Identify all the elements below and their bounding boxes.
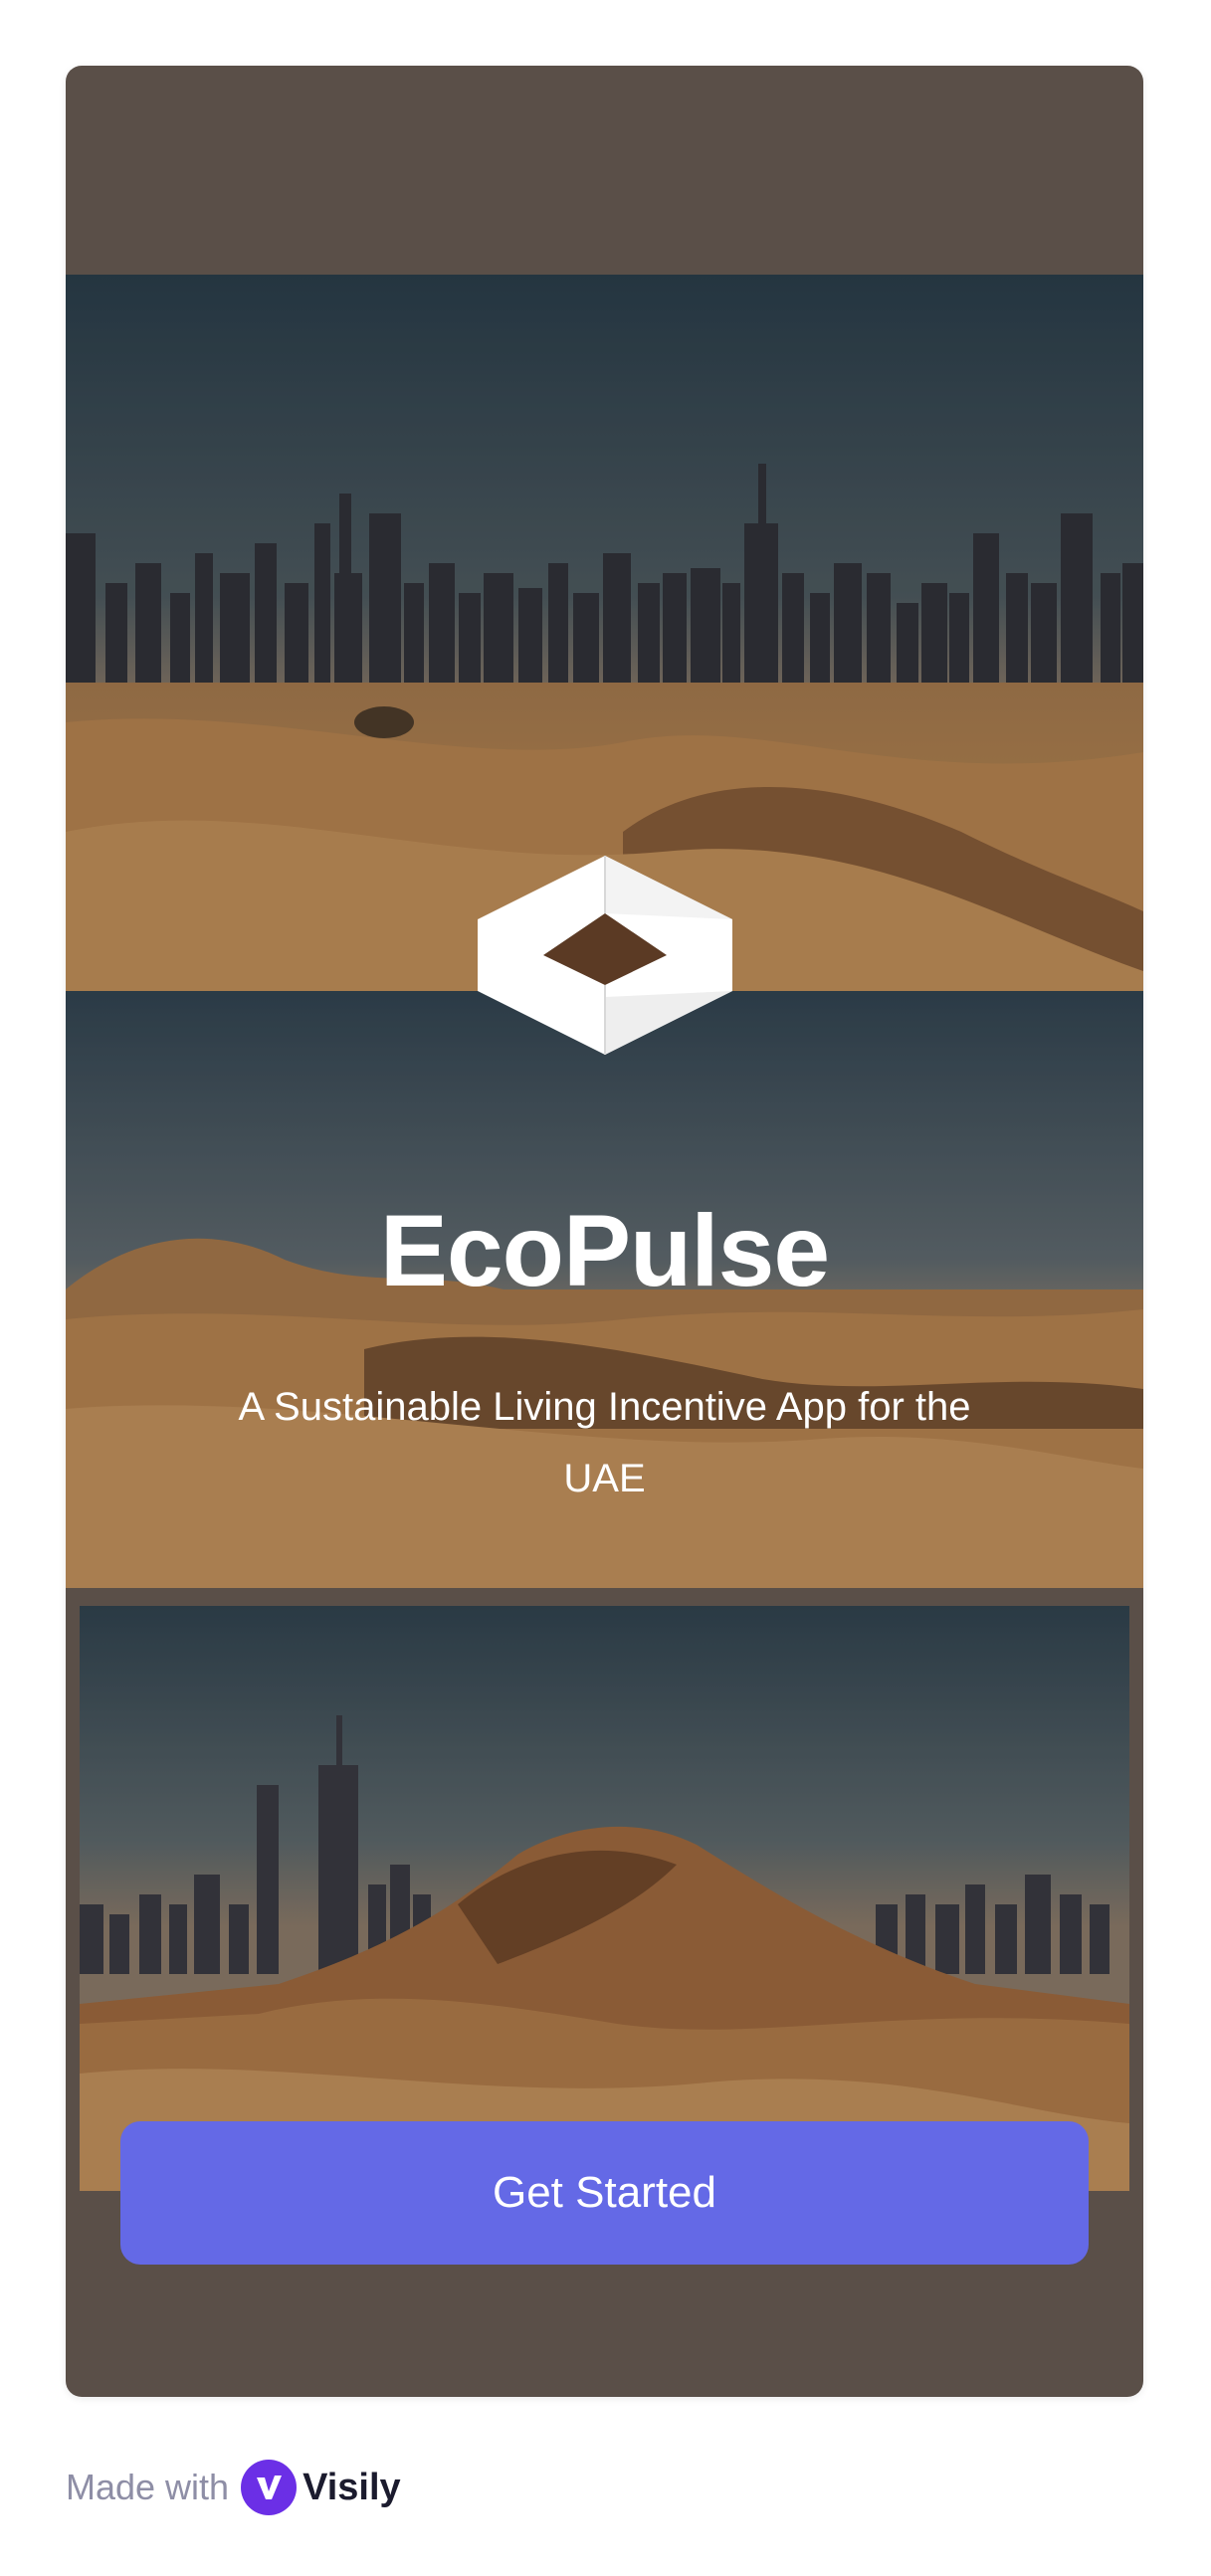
made-with-label: Made with [66, 2467, 230, 2507]
background-image-dune-city [80, 1606, 1129, 2191]
app-title: EcoPulse [379, 1194, 830, 1307]
visily-brand-name: Visily [303, 2466, 401, 2508]
phone-screen: EcoPulse A Sustainable Living Incentive … [66, 66, 1143, 2397]
footer-made-with: Made with Visily [66, 2458, 401, 2517]
app-subtitle: A Sustainable Living Incentive App for t… [238, 1385, 971, 1500]
app-logo-icon [478, 856, 732, 1055]
visily-logo-icon [241, 2460, 298, 2515]
visily-brand-link[interactable]: Visily [241, 2460, 401, 2515]
get-started-button[interactable]: Get Started [120, 2121, 1089, 2265]
